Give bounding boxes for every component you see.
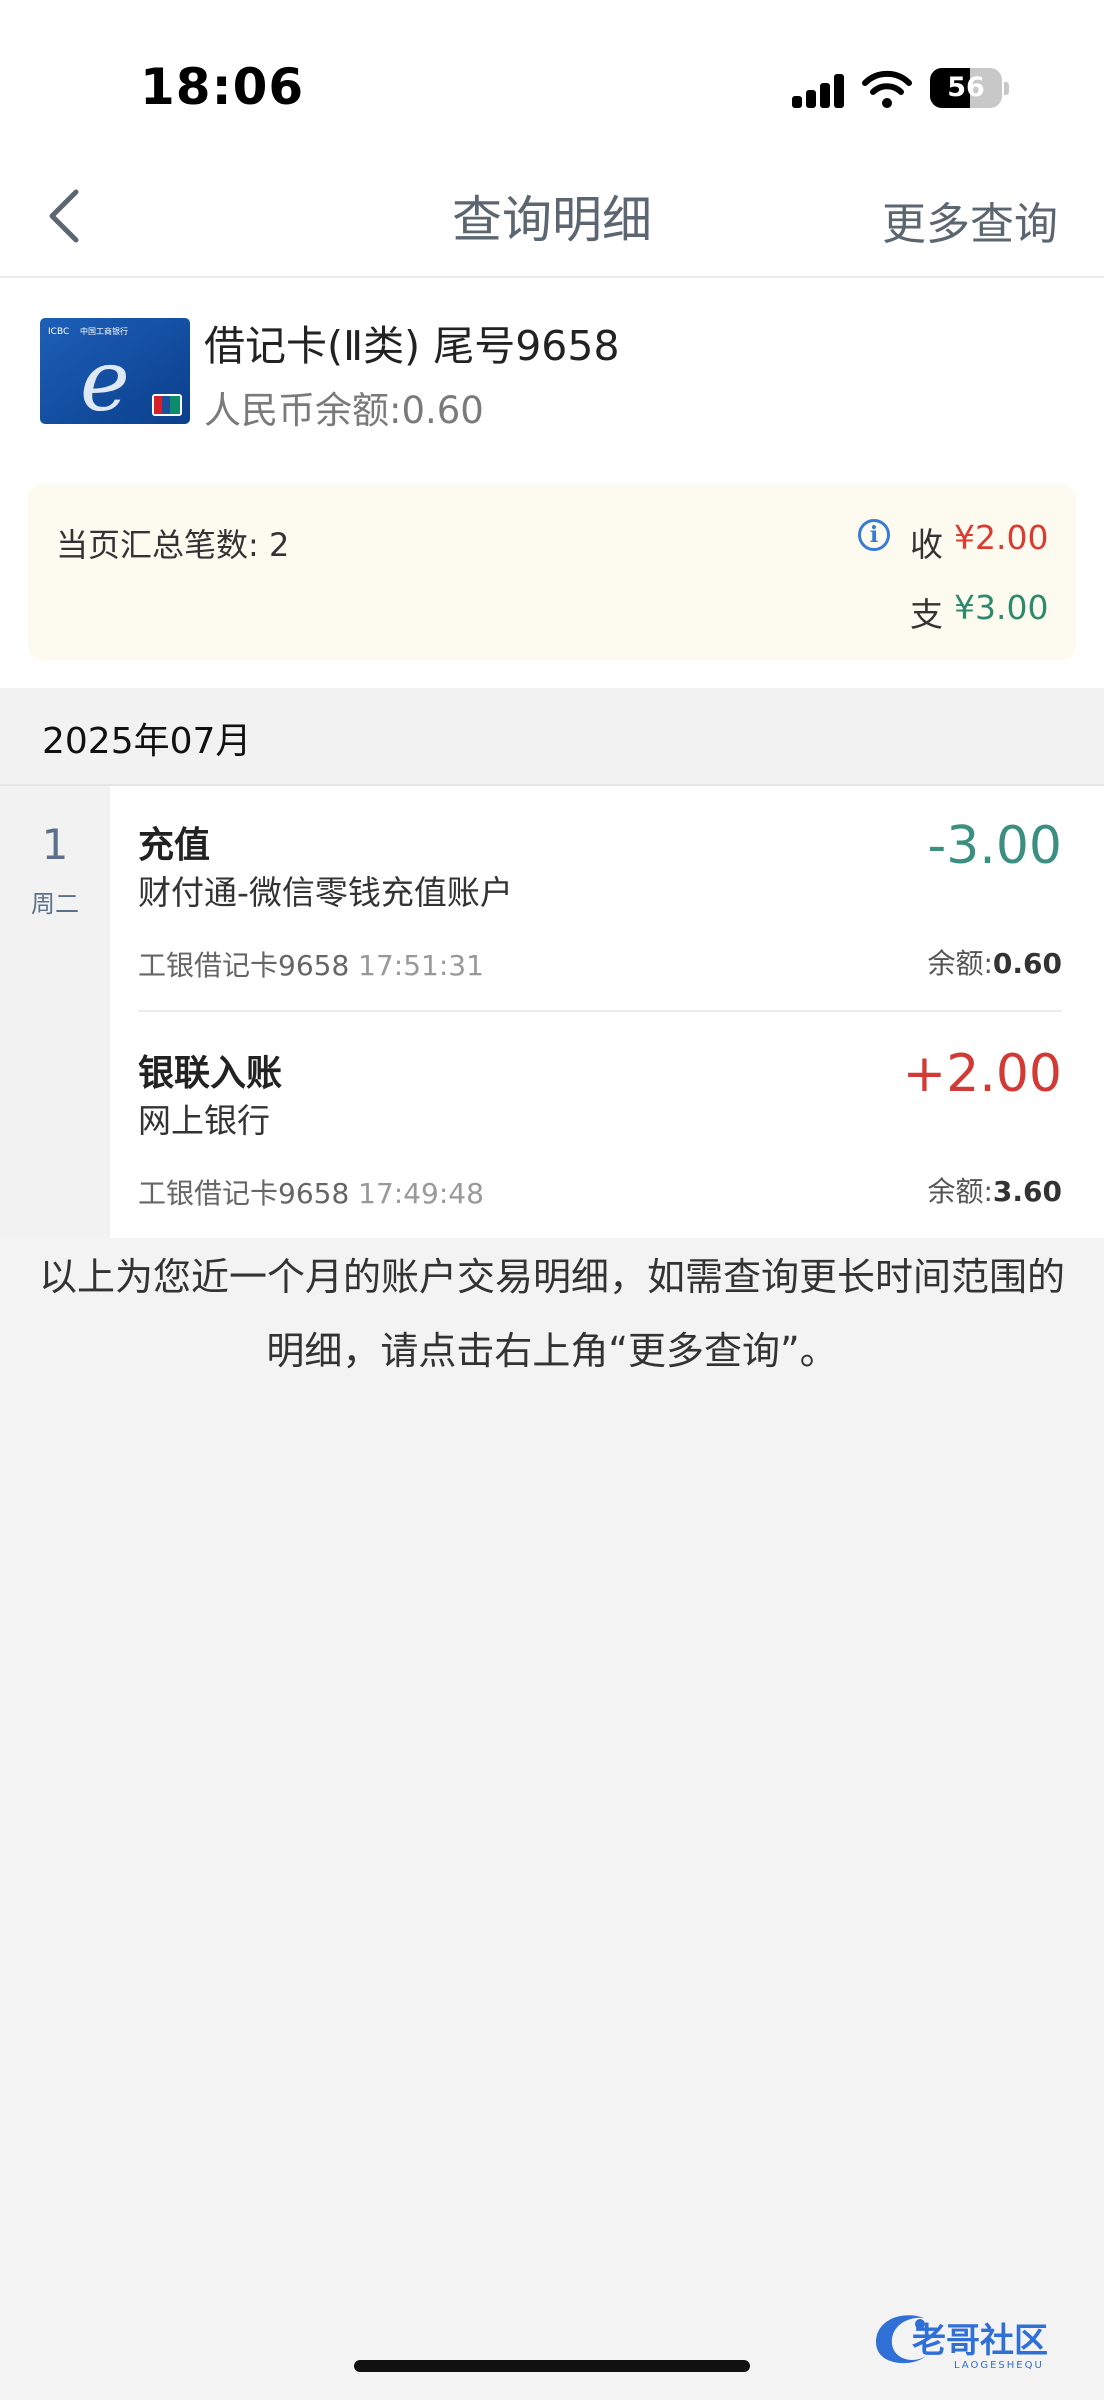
transaction-meta: 工银借记卡9658 17:51:31 bbox=[138, 944, 484, 984]
summary-income-value: ¥2.00 bbox=[954, 518, 1049, 557]
transaction-amount: -3.00 bbox=[927, 816, 1062, 876]
transaction-card: 工银借记卡9658 bbox=[138, 949, 350, 982]
transaction-time: 17:49:48 bbox=[358, 1177, 484, 1210]
svg-text:LAOGESHEQU: LAOGESHEQU bbox=[954, 2360, 1044, 2371]
bank-card-image: ICBC 中国工商银行 e bbox=[40, 318, 190, 424]
status-time: 18:06 bbox=[140, 58, 305, 116]
svg-text:e: e bbox=[80, 332, 130, 424]
home-indicator[interactable] bbox=[354, 2360, 750, 2372]
transaction-time: 17:51:31 bbox=[358, 949, 484, 982]
battery-percent: 56 bbox=[947, 72, 985, 103]
svg-text:ICBC: ICBC bbox=[48, 327, 69, 337]
account-card-title: 借记卡(Ⅱ类) 尾号9658 bbox=[204, 322, 620, 370]
transaction-meta: 工银借记卡9658 17:49:48 bbox=[138, 1172, 484, 1212]
svg-text:老哥社区: 老哥社区 bbox=[912, 2321, 1048, 2361]
cellular-signal-icon bbox=[792, 74, 844, 108]
more-query-button[interactable]: 更多查询 bbox=[882, 188, 1058, 252]
watermark-logo: 老哥社区 LAOGESHEQU bbox=[876, 2315, 1048, 2371]
battery-tip bbox=[1004, 82, 1009, 95]
battery-icon: 56 bbox=[930, 68, 1002, 108]
transaction-subtitle: 财付通-微信零钱充值账户 bbox=[138, 873, 513, 912]
transaction-amount: +2.00 bbox=[902, 1044, 1062, 1104]
transaction-title: 充值 bbox=[138, 825, 211, 866]
transaction-title: 银联入账 bbox=[138, 1053, 283, 1094]
info-icon[interactable]: i bbox=[858, 519, 890, 551]
transaction-balance: 余额:0.60 bbox=[927, 942, 1062, 982]
summary-income-label: 收 bbox=[910, 525, 943, 564]
summary-count: 当页汇总笔数: 2 bbox=[56, 526, 290, 564]
day-number: 1 bbox=[41, 820, 69, 869]
transaction-balance: 余额:3.60 bbox=[927, 1170, 1062, 1210]
wifi-icon bbox=[862, 70, 912, 108]
balance-value: 3.60 bbox=[992, 1175, 1062, 1208]
day-weekday: 周二 bbox=[31, 890, 79, 918]
transaction-subtitle: 网上银行 bbox=[138, 1101, 270, 1140]
transaction-card: 工银借记卡9658 bbox=[138, 1177, 350, 1210]
footer-note: 以上为您近一个月的账户交易明细，如需查询更长时间范围的明细，请点击右上角“更多查… bbox=[38, 1255, 1065, 1373]
balance-value: 0.60 bbox=[992, 947, 1062, 980]
balance-label: 余额: bbox=[927, 1175, 993, 1208]
balance-label: 余额: bbox=[927, 947, 993, 980]
month-label: 2025年07月 bbox=[42, 721, 252, 762]
summary-expense-value: ¥3.00 bbox=[954, 588, 1049, 627]
summary-expense-label: 支 bbox=[910, 595, 943, 634]
account-balance: 人民币余额:0.60 bbox=[204, 389, 484, 432]
